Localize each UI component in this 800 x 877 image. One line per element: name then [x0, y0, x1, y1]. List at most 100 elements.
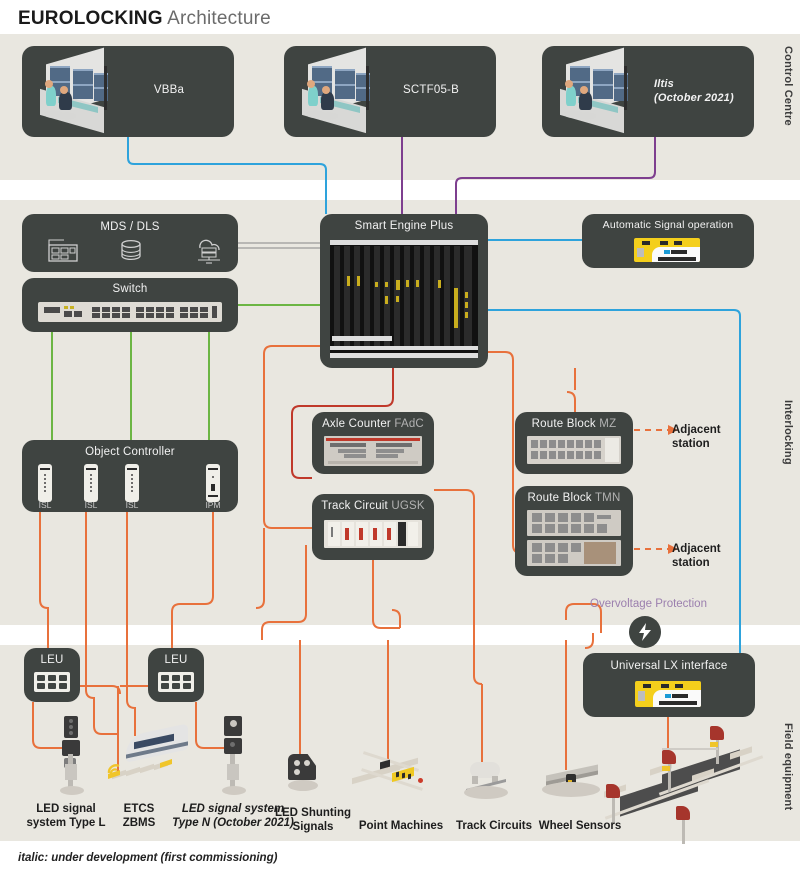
track-circuit-node[interactable]: Track Circuit UGSK: [312, 494, 434, 560]
adjacent-station-2-line2: station: [672, 557, 710, 569]
ipm-module: [206, 464, 220, 502]
wire-track-circuit-to-field: [372, 560, 400, 629]
axle-counter-label-main: Axle Counter: [322, 418, 391, 430]
track-circuit-label: Track Circuit UGSK: [312, 500, 434, 512]
isl-module-label: ISL: [84, 500, 98, 510]
wire-smart-engine-to-route-block-mz: [487, 351, 514, 412]
wire-bus-left: [261, 545, 307, 640]
control-centre-node-vbba-label: VBBa: [153, 84, 185, 96]
adjacent-station-1-line2: station: [672, 438, 710, 450]
wheel-sensors-icon: [542, 760, 604, 802]
led-signal-type-n-icon: [214, 716, 254, 796]
axle-counter-node[interactable]: Axle Counter FAdC: [312, 412, 434, 474]
adjacent-station-2: Adjacent station: [672, 542, 721, 570]
universal-lx-interface-node[interactable]: Universal LX interface: [583, 653, 755, 717]
wire-axle-counter-to-field: [434, 489, 483, 685]
patch-panel-icon: [48, 239, 78, 262]
database-icon: [121, 239, 141, 261]
route-block-mz-label-sub: MZ: [599, 418, 617, 430]
track-circuit-rack-icon: [324, 520, 422, 548]
axle-counter-rack-icon: [324, 436, 422, 466]
isl-module: [38, 464, 52, 502]
track-circuit-label-sub: UGSK: [391, 500, 425, 512]
point-machines-icon: [352, 751, 448, 800]
control-centre-node-sctf05b[interactable]: SCTF05-B: [284, 46, 496, 137]
control-centre-node-iltis[interactable]: Iltis (October 2021): [542, 46, 754, 137]
wire-oc-ipm-down: [171, 512, 214, 648]
route-block-mz-node[interactable]: Route Block MZ: [515, 412, 633, 474]
caption-point-machines: Point Machines: [348, 819, 454, 833]
route-block-tmn-label-sub: TMN: [594, 492, 621, 504]
control-centre-node-iltis-label: Iltis: [654, 78, 674, 90]
wire-route-block-mz-top: [566, 391, 576, 412]
track-circuits-icon: [462, 762, 510, 802]
control-centre-node-iltis-date: (October 2021): [654, 92, 734, 104]
wire-iltis-to-smart-engine: [455, 137, 656, 214]
wire-universal-lx-feed: [584, 633, 594, 649]
wire-track-circuit-bus: [255, 528, 265, 609]
ipm-module-label: IPM: [205, 500, 221, 510]
wire-oc-isl3-down: [126, 512, 136, 736]
wire-bus-mid: [391, 609, 401, 628]
level-crossing-icon: [600, 726, 780, 850]
lx-controller-icon: [635, 681, 701, 707]
caption-wheel-sensors: Wheel Sensors: [528, 819, 632, 833]
wire-axle-counter-stub: [291, 469, 312, 479]
object-controller-node[interactable]: Object Controller ISL ISL ISL IPM: [22, 440, 238, 512]
universal-lx-interface-label: Universal LX interface: [610, 660, 728, 672]
route-block-tmn-rack-icon-upper: [527, 510, 621, 536]
control-centre-node-vbba[interactable]: VBBa: [22, 46, 234, 137]
route-block-tmn-rack-icon-lower: [527, 540, 621, 566]
isl-module: [84, 464, 98, 502]
adjacent-station-1: Adjacent station: [672, 423, 721, 451]
mds-dls-label: MDS / DLS: [100, 221, 160, 233]
route-block-tmn-label-main: Route Block: [527, 492, 592, 504]
wire-oc-isl1-down: [39, 512, 49, 648]
leu-right-label: LEU: [164, 654, 188, 666]
isl-module: [125, 464, 139, 502]
control-centre-node-sctf05b-label: SCTF05-B: [403, 84, 459, 96]
automatic-signal-operation-label: Automatic Signal operation: [602, 219, 734, 231]
route-block-mz-label: Route Block MZ: [515, 418, 633, 430]
adjacent-station-2-line1: Adjacent: [672, 543, 721, 555]
mds-dls-node[interactable]: MDS / DLS: [22, 214, 238, 272]
object-controller-label: Object Controller: [85, 446, 175, 458]
card-rack-icon: [330, 240, 478, 358]
switch-label: Switch: [112, 283, 148, 295]
isl-module-label: ISL: [38, 500, 52, 510]
led-signal-type-l-icon: [52, 716, 92, 796]
wire-oc-isl2-down: [85, 512, 118, 735]
diagram-root: Control Centre Interlocking Field equipm…: [0, 0, 800, 877]
control-room-icon: [294, 47, 378, 134]
route-block-mz-label-main: Route Block: [531, 418, 596, 430]
connector-grid-icon: [158, 672, 194, 692]
leu-left-node[interactable]: LEU: [24, 648, 80, 702]
control-room-icon: [32, 47, 116, 134]
leu-right-node[interactable]: LEU: [148, 648, 204, 702]
caption-led-shunting-signals-line1: LED Shunting: [274, 807, 351, 819]
axle-counter-label: Axle Counter FAdC: [312, 418, 434, 430]
wire-vbba-to-smart-engine: [127, 137, 327, 214]
network-switch-icon: [38, 302, 222, 322]
route-block-tmn-node[interactable]: Route Block TMN: [515, 486, 633, 576]
route-block-tmn-label: Route Block TMN: [515, 492, 633, 504]
isl-module-label: ISL: [125, 500, 139, 510]
route-block-mz-rack-icon: [527, 436, 621, 464]
caption-point-machines-line1: Point Machines: [358, 820, 444, 832]
control-room-icon: [552, 47, 636, 134]
connector-grid-icon: [34, 672, 70, 692]
lx-controller-icon: [634, 238, 700, 262]
cloud-server-icon: [198, 239, 220, 264]
smart-engine-plus-node[interactable]: Smart Engine Plus: [320, 214, 488, 368]
leu-left-label: LEU: [40, 654, 64, 666]
overvoltage-protection-label: Overvoltage Protection: [590, 598, 707, 610]
adjacent-station-1-line1: Adjacent: [672, 424, 721, 436]
axle-counter-label-sub: FAdC: [394, 418, 424, 430]
smart-engine-plus-label: Smart Engine Plus: [354, 220, 454, 232]
automatic-signal-operation-node[interactable]: Automatic Signal operation: [582, 214, 754, 268]
caption-wheel-sensors-line1: Wheel Sensors: [538, 820, 622, 832]
led-shunting-signals-icon: [282, 754, 328, 796]
switch-node[interactable]: Switch: [22, 278, 238, 332]
etcs-zbms-icon: [104, 723, 194, 790]
lightning-bolt-icon: [629, 616, 661, 648]
